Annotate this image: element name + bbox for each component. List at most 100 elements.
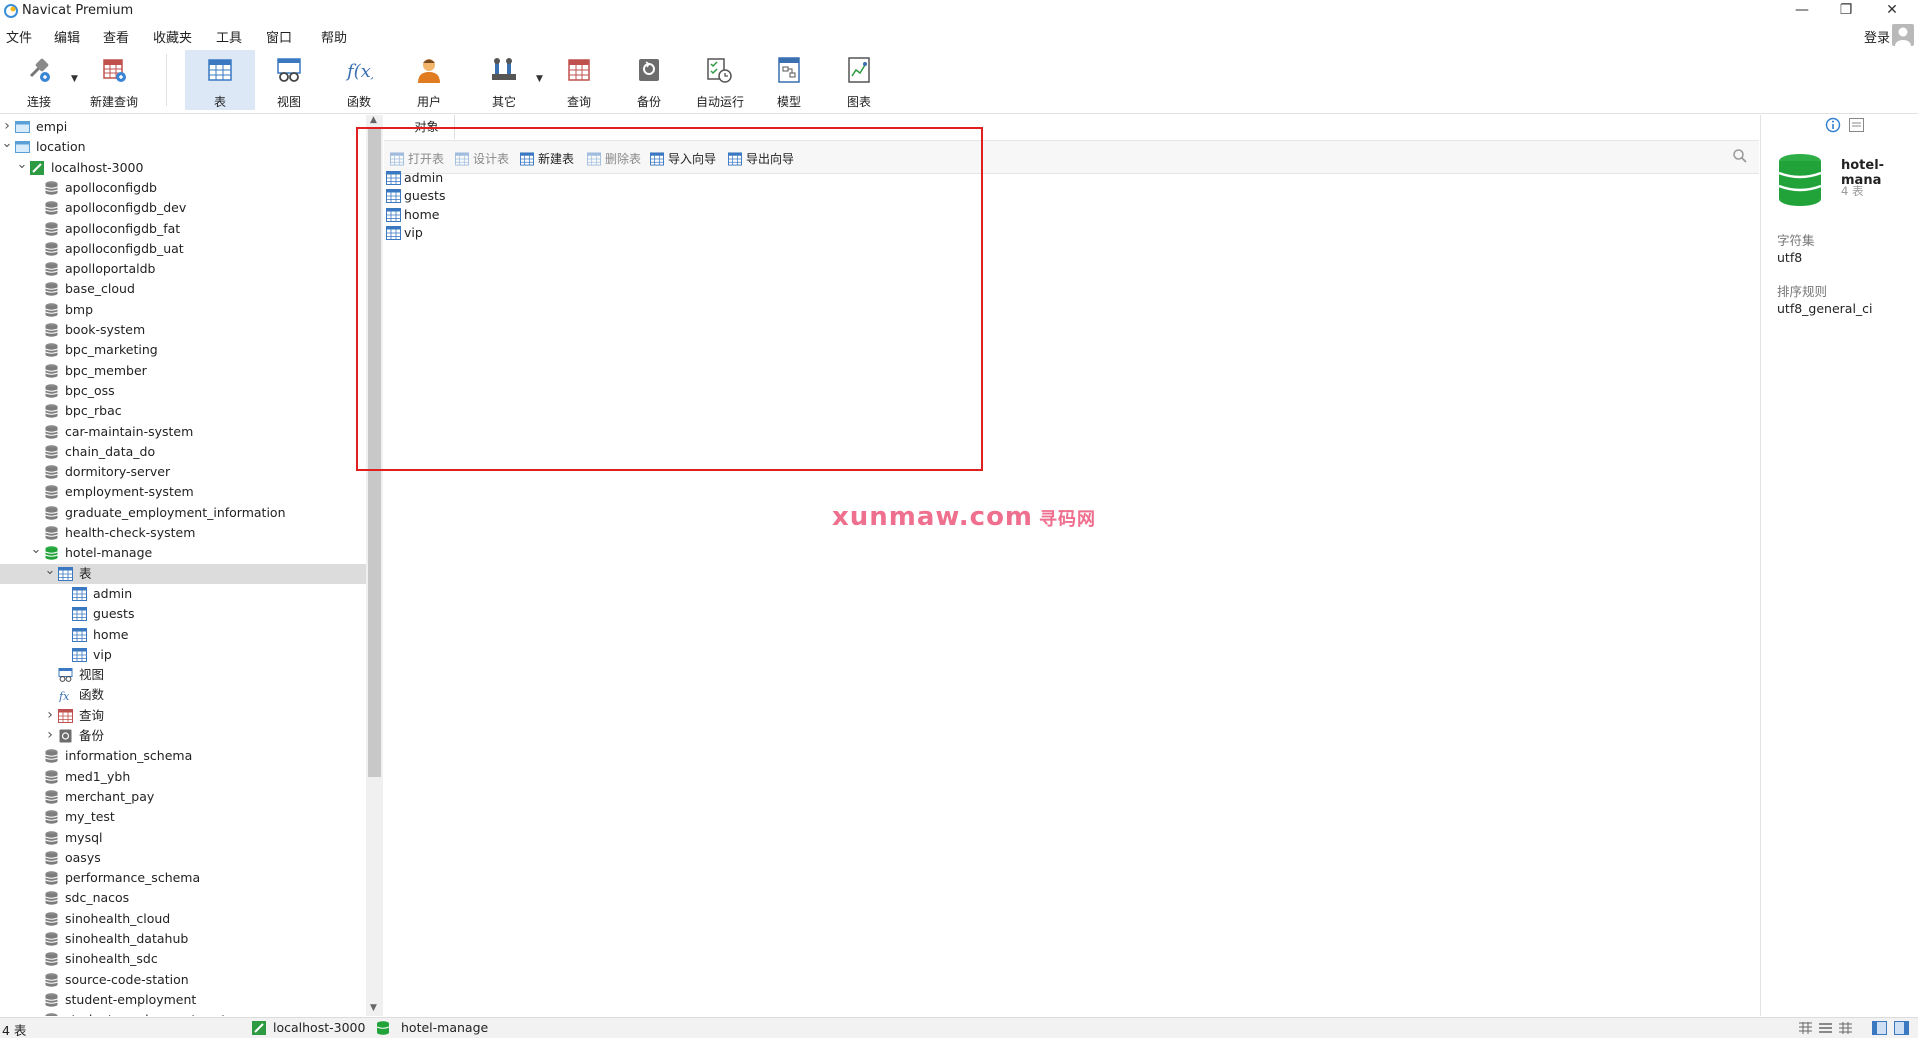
tree-group-location[interactable]: ⌄location (0, 137, 366, 157)
connect-button[interactable]: 连接 (7, 50, 71, 110)
menu-tools[interactable]: 工具 (216, 27, 242, 46)
tree-database[interactable]: chain_data_do (0, 442, 366, 462)
tree-folder[interactable]: ›查询 (0, 706, 366, 726)
chevron-right-icon[interactable]: › (1, 117, 13, 135)
tree-database[interactable]: apolloportaldb (0, 259, 366, 279)
tree-database[interactable]: car-maintain-system (0, 422, 366, 442)
tree-database[interactable]: student-employment (0, 990, 366, 1010)
tree-database[interactable]: performance_schema (0, 868, 366, 888)
table-icon (58, 567, 73, 581)
tree-database[interactable]: apolloconfigdb (0, 178, 366, 198)
chart-button[interactable]: 图表 (827, 50, 891, 110)
database-icon (44, 343, 59, 357)
scroll-down-icon[interactable]: ▼ (370, 1003, 377, 1013)
tree-database[interactable]: my_test (0, 807, 366, 827)
tree-database[interactable]: sdc_nacos (0, 888, 366, 908)
other-button[interactable]: 其它 (472, 50, 536, 110)
connect-dropdown-caret[interactable]: ▼ (71, 74, 78, 84)
menu-window[interactable]: 窗口 (266, 27, 292, 46)
tree-database[interactable]: source-code-station (0, 970, 366, 990)
menu-view[interactable]: 查看 (103, 27, 129, 46)
info-icon[interactable] (1825, 117, 1841, 133)
auto-run-button[interactable]: 自动运行 (687, 50, 753, 110)
tree-database[interactable]: bmp (0, 300, 366, 320)
tree-folder-tables[interactable]: ⌄表 (0, 564, 366, 584)
tree-database[interactable]: apolloconfigdb_uat (0, 239, 366, 259)
tree-database[interactable]: bpc_rbac (0, 401, 366, 421)
tree-database[interactable]: merchant_pay (0, 787, 366, 807)
user-button[interactable]: 用户 (397, 50, 461, 110)
backup-button[interactable]: 备份 (617, 50, 681, 110)
chevron-down-icon[interactable]: ⌄ (1, 137, 13, 151)
menu-edit[interactable]: 编辑 (54, 27, 80, 46)
info-charset-value: utf8 (1777, 250, 1802, 265)
tree-database[interactable]: med1_ybh (0, 767, 366, 787)
tree-database[interactable]: health-check-system (0, 523, 366, 543)
tree-database[interactable]: graduate_employment_information (0, 503, 366, 523)
tree-node-label: apolloportaldb (65, 259, 155, 279)
info-collation-value: utf8_general_ci (1777, 301, 1873, 316)
menu-favorites[interactable]: 收藏夹 (153, 27, 192, 46)
tree-database[interactable]: bpc_marketing (0, 340, 366, 360)
other-dropdown-caret[interactable]: ▼ (536, 74, 543, 84)
tree-database[interactable]: mysql (0, 828, 366, 848)
function-button[interactable]: f(x) 函数 (327, 50, 391, 110)
chevron-right-icon[interactable]: › (44, 706, 56, 724)
tree-folder[interactable]: ›备份 (0, 726, 366, 746)
tree-database[interactable]: oasys (0, 848, 366, 868)
tree-node-label: my_test (65, 807, 115, 827)
login-link[interactable]: 登录 (1864, 27, 1890, 46)
tree-group-empi[interactable]: ›empi (0, 117, 366, 137)
tree-database[interactable]: book-system (0, 320, 366, 340)
database-icon (44, 384, 59, 398)
new-query-button[interactable]: 新建查询 (82, 50, 146, 110)
avatar[interactable] (1892, 24, 1914, 46)
chevron-right-icon[interactable]: › (44, 726, 56, 744)
tree-database[interactable]: student-employment-system (0, 1010, 366, 1016)
tree-database[interactable]: dormitory-server (0, 462, 366, 482)
tree-connection[interactable]: ⌄localhost-3000 (0, 158, 366, 178)
tree-database[interactable]: bpc_oss (0, 381, 366, 401)
database-icon (44, 282, 59, 296)
query-button[interactable]: 查询 (547, 50, 611, 110)
right-panel-toggle-icon[interactable] (1894, 1021, 1909, 1035)
tree-folder[interactable]: 视图 (0, 665, 366, 685)
left-panel-toggle-icon[interactable] (1872, 1021, 1887, 1035)
tree-node-label: student-employment (65, 990, 196, 1010)
list-view-icon[interactable] (1818, 1021, 1833, 1035)
tree-database[interactable]: apolloconfigdb_dev (0, 198, 366, 218)
search-icon[interactable] (1732, 148, 1748, 164)
tree-table[interactable]: vip (0, 645, 366, 665)
tree-table[interactable]: guests (0, 604, 366, 624)
view-button[interactable]: 视图 (257, 50, 321, 110)
restore-button[interactable]: ❐ (1824, 0, 1868, 22)
info-table-count: 4 表 (1841, 183, 1863, 199)
close-button[interactable]: ✕ (1870, 0, 1914, 22)
ddl-icon[interactable] (1849, 118, 1864, 132)
menu-file[interactable]: 文件 (6, 27, 32, 46)
tree-database[interactable]: employment-system (0, 482, 366, 502)
chevron-down-icon[interactable]: ⌄ (44, 564, 56, 578)
tree-database[interactable]: apolloconfigdb_fat (0, 219, 366, 239)
tree-database[interactable]: bpc_member (0, 361, 366, 381)
tree-database[interactable]: base_cloud (0, 279, 366, 299)
model-button[interactable]: 模型 (757, 50, 821, 110)
tree-table[interactable]: home (0, 625, 366, 645)
tree-database-open[interactable]: ⌄hotel-manage (0, 543, 366, 563)
chevron-down-icon[interactable]: ⌄ (30, 543, 42, 557)
menu-help[interactable]: 帮助 (321, 27, 347, 46)
scroll-up-icon[interactable]: ▲ (370, 115, 377, 125)
detail-view-icon[interactable] (1838, 1021, 1853, 1035)
chevron-down-icon[interactable]: ⌄ (16, 158, 28, 172)
database-icon (44, 303, 59, 317)
tree-table[interactable]: admin (0, 584, 366, 604)
minimize-button[interactable]: — (1780, 0, 1824, 22)
tree-database[interactable]: sinohealth_cloud (0, 909, 366, 929)
tree-database[interactable]: sinohealth_datahub (0, 929, 366, 949)
tree-folder[interactable]: fx函数 (0, 685, 366, 705)
table-button[interactable]: 表 (185, 50, 255, 110)
tree-database[interactable]: information_schema (0, 746, 366, 766)
tree-database[interactable]: sinohealth_sdc (0, 949, 366, 969)
database-icon (44, 973, 59, 987)
grid-view-icon[interactable] (1798, 1021, 1813, 1035)
